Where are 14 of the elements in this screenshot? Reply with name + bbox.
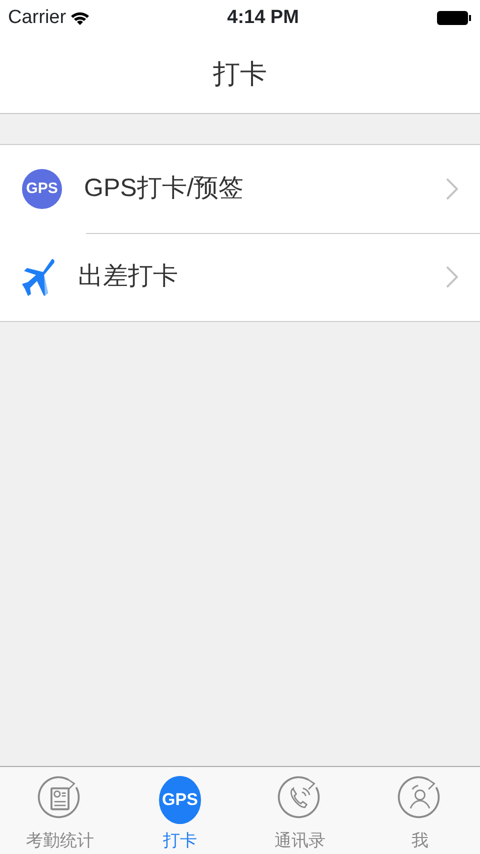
wifi-icon — [70, 10, 90, 26]
status-time: 4:14 PM — [227, 6, 299, 30]
tab-item[interactable]: 通讯录 — [240, 767, 360, 854]
airplane-icon — [22, 257, 56, 297]
carrier-label: Carrier — [8, 6, 66, 30]
tab-item[interactable]: 我 — [360, 767, 480, 854]
page-title: 打卡 — [213, 58, 267, 92]
chevron-icon — [446, 266, 458, 288]
gps-icon: GPS — [159, 776, 201, 824]
gps-icon: GPS — [22, 169, 62, 209]
battery-icon — [436, 10, 472, 26]
tab-item[interactable]: GPS 打卡 — [120, 767, 240, 854]
tab-item[interactable]: 考勤统计 — [0, 767, 120, 854]
chevron-icon — [446, 178, 458, 200]
